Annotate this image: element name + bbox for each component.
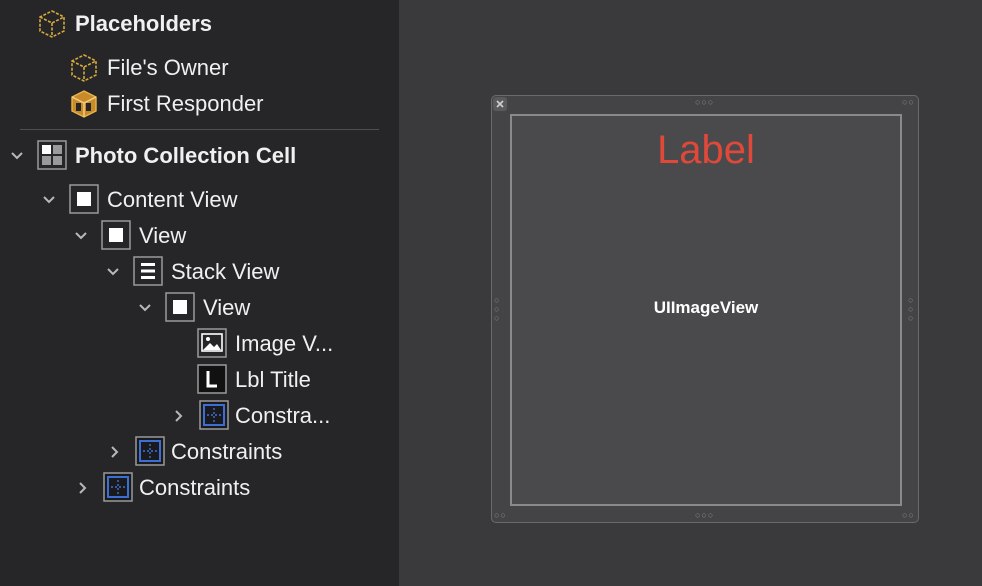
corner-resize-handle[interactable]: ○○ [902, 98, 915, 107]
view-icon [101, 220, 131, 250]
imageview-preview[interactable]: UIImageView [512, 298, 900, 318]
placeholders-heading[interactable]: Placeholders [75, 8, 212, 40]
stack-view-icon [133, 256, 163, 286]
corner-resize-handle[interactable]: ○○ [494, 511, 507, 520]
top-resize-handle[interactable]: ○○○ [695, 98, 714, 107]
chevron-down-icon[interactable] [7, 146, 27, 166]
chevron-down-icon[interactable] [71, 226, 91, 246]
constraints-icon [135, 436, 165, 466]
left-resize-handle[interactable]: ○ ○ ○ [494, 296, 502, 323]
right-resize-handle[interactable]: ○ ○ ○ [908, 296, 916, 323]
first-responder-item[interactable]: First Responder [107, 88, 264, 120]
chevron-right-icon[interactable] [105, 442, 125, 462]
collection-cell-frame[interactable]: ○○○ ○○○ ○ ○ ○ ○ ○ ○ ○○ ○○ ○○ Label UIImageVi… [491, 95, 919, 523]
label-preview[interactable]: Label [512, 128, 900, 173]
chevron-down-icon[interactable] [103, 262, 123, 282]
image-view-icon [197, 328, 227, 358]
constraints-icon [199, 400, 229, 430]
view-item[interactable]: View [139, 220, 186, 252]
document-outline: Placeholders File's Owner First Responde… [0, 0, 399, 586]
content-constraints-item[interactable]: Constraints [139, 472, 250, 504]
constraints-icon [103, 472, 133, 502]
photo-collection-cell-item[interactable]: Photo Collection Cell [75, 140, 296, 172]
collection-cell-icon [37, 140, 67, 170]
files-owner-cube-icon [69, 53, 99, 83]
stack-view-item[interactable]: Stack View [171, 256, 279, 288]
label-icon [197, 364, 227, 394]
bottom-resize-handle[interactable]: ○○○ [695, 511, 714, 520]
chevron-down-icon[interactable] [39, 190, 59, 210]
content-view-item[interactable]: Content View [107, 184, 237, 216]
placeholders-cube-icon [37, 9, 67, 39]
files-owner-item[interactable]: File's Owner [107, 52, 229, 84]
content-view-canvas[interactable]: Label UIImageView [510, 114, 902, 506]
view-icon [165, 292, 195, 322]
chevron-right-icon[interactable] [169, 406, 189, 426]
lbl-title-item[interactable]: Lbl Title [235, 364, 311, 396]
section-divider [20, 129, 379, 130]
view-constraints-item[interactable]: Constraints [171, 436, 282, 468]
inner-constraints-item[interactable]: Constra... [235, 400, 330, 432]
corner-resize-handle[interactable]: ○○ [902, 511, 915, 520]
chevron-right-icon[interactable] [73, 478, 93, 498]
close-icon[interactable] [493, 97, 507, 111]
inner-view-item[interactable]: View [203, 292, 250, 324]
interface-builder-canvas[interactable]: ○○○ ○○○ ○ ○ ○ ○ ○ ○ ○○ ○○ ○○ Label UIImageVi… [399, 0, 982, 586]
image-view-item[interactable]: Image V... [235, 328, 333, 360]
chevron-down-icon[interactable] [135, 298, 155, 318]
view-icon [69, 184, 99, 214]
first-responder-cube-icon [69, 89, 99, 119]
